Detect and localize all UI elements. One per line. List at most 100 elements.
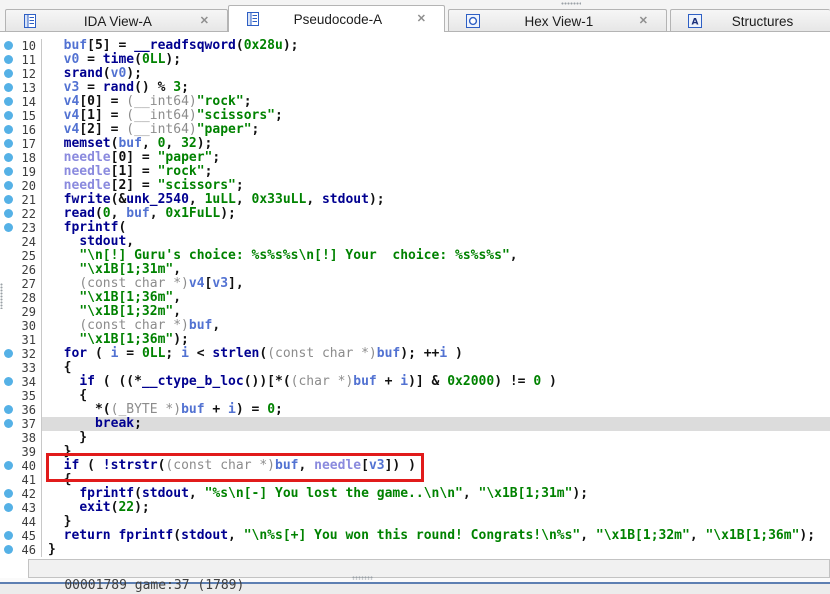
splitter-handle-top[interactable] — [561, 2, 581, 5]
line-number: 46 — [17, 543, 36, 557]
code-line[interactable]: 37 break; — [0, 417, 830, 431]
code-text: } — [41, 445, 830, 459]
splitter-handle-bottom[interactable] — [352, 576, 373, 580]
code-line[interactable]: 45 return fprintf(stdout, "\n%s[+] You w… — [0, 529, 830, 543]
breakpoint-dot[interactable] — [0, 179, 17, 193]
breakpoint-dot[interactable] — [0, 67, 17, 81]
breakpoint-gutter[interactable] — [0, 333, 17, 347]
breakpoint-gutter[interactable] — [0, 319, 17, 333]
breakpoint-dot[interactable] — [0, 529, 17, 543]
line-number: 16 — [17, 123, 36, 137]
close-icon[interactable]: ✕ — [415, 13, 428, 26]
breakpoint-dot[interactable] — [0, 193, 17, 207]
breakpoint-dot[interactable] — [0, 207, 17, 221]
breakpoint-dot[interactable] — [0, 39, 17, 53]
tab-structures[interactable]: A Structures — [670, 9, 830, 32]
code-line[interactable]: 29 "\x1B[1;32m", — [0, 305, 830, 319]
line-number: 38 — [17, 431, 36, 445]
line-number: 23 — [17, 221, 36, 235]
breakpoint-dot[interactable] — [0, 487, 17, 501]
breakpoint-gutter[interactable] — [0, 235, 17, 249]
code-line[interactable]: 14 v4[0] = (__int64)"rock"; — [0, 95, 830, 109]
code-text: "\x1B[1;31m", — [41, 263, 830, 277]
code-line[interactable]: 22 read(0, buf, 0x1FuLL); — [0, 207, 830, 221]
code-text: } — [41, 543, 830, 557]
code-text: memset(buf, 0, 32); — [41, 137, 830, 151]
code-text: stdout, — [41, 235, 830, 249]
code-text: v0 = time(0LL); — [41, 53, 830, 67]
code-line[interactable]: 11 v0 = time(0LL); — [0, 53, 830, 67]
code-line[interactable]: 16 v4[2] = (__int64)"paper"; — [0, 123, 830, 137]
breakpoint-dot[interactable] — [0, 53, 17, 67]
breakpoint-dot[interactable] — [0, 81, 17, 95]
breakpoint-dot[interactable] — [0, 151, 17, 165]
code-line[interactable]: 23 fprintf( — [0, 221, 830, 235]
breakpoint-dot[interactable] — [0, 543, 17, 557]
code-line[interactable]: 44 } — [0, 515, 830, 529]
breakpoint-gutter[interactable] — [0, 361, 17, 375]
code-line[interactable]: 18 needle[0] = "paper"; — [0, 151, 830, 165]
line-number: 26 — [17, 263, 36, 277]
code-line[interactable]: 32 for ( i = 0LL; i < strlen((const char… — [0, 347, 830, 361]
breakpoint-gutter[interactable] — [0, 445, 17, 459]
breakpoint-dot[interactable] — [0, 347, 17, 361]
code-line[interactable]: 24 stdout, — [0, 235, 830, 249]
code-line[interactable]: 25 "\n[!] Guru's choice: %s%s%s\n[!] You… — [0, 249, 830, 263]
code-line[interactable]: 17 memset(buf, 0, 32); — [0, 137, 830, 151]
breakpoint-dot[interactable] — [0, 375, 17, 389]
tab-hex-view-1[interactable]: Hex View-1 ✕ — [448, 9, 667, 32]
code-line[interactable]: 35 { — [0, 389, 830, 403]
breakpoint-gutter[interactable] — [0, 263, 17, 277]
breakpoint-dot[interactable] — [0, 123, 17, 137]
breakpoint-dot[interactable] — [0, 95, 17, 109]
line-number: 28 — [17, 291, 36, 305]
breakpoint-dot[interactable] — [0, 459, 17, 473]
code-line[interactable]: 30 (const char *)buf, — [0, 319, 830, 333]
breakpoint-gutter[interactable] — [0, 431, 17, 445]
code-pane[interactable]: 10 buf[5] = __readfsqword(0x28u);11 v0 =… — [0, 32, 830, 578]
code-text: { — [41, 389, 830, 403]
code-line[interactable]: 33 { — [0, 361, 830, 375]
breakpoint-dot[interactable] — [0, 109, 17, 123]
code-line[interactable]: 39 } — [0, 445, 830, 459]
breakpoint-gutter[interactable] — [0, 515, 17, 529]
code-line[interactable]: 43 exit(22); — [0, 501, 830, 515]
splitter-handle-left[interactable] — [0, 283, 3, 309]
breakpoint-gutter[interactable] — [0, 249, 17, 263]
code-line[interactable]: 15 v4[1] = (__int64)"scissors"; — [0, 109, 830, 123]
code-line[interactable]: 13 v3 = rand() % 3; — [0, 81, 830, 95]
tab-pseudocode-a[interactable]: Pseudocode-A ✕ — [228, 5, 445, 32]
code-line[interactable]: 42 fprintf(stdout, "%s\n[-] You lost the… — [0, 487, 830, 501]
code-line[interactable]: 19 needle[1] = "rock"; — [0, 165, 830, 179]
breakpoint-dot[interactable] — [0, 501, 17, 515]
code-line[interactable]: 34 if ( ((*__ctype_b_loc())[*((char *)bu… — [0, 375, 830, 389]
code-line[interactable]: 20 needle[2] = "scissors"; — [0, 179, 830, 193]
breakpoint-gutter[interactable] — [0, 473, 17, 487]
tab-ida-view-a[interactable]: IDA View-A ✕ — [5, 9, 228, 32]
breakpoint-gutter[interactable] — [0, 389, 17, 403]
code-text: (const char *)v4[v3], — [41, 277, 830, 291]
code-text: "\n[!] Guru's choice: %s%s%s\n[!] Your c… — [41, 249, 830, 263]
breakpoint-dot[interactable] — [0, 165, 17, 179]
code-line[interactable]: 12 srand(v0); — [0, 67, 830, 81]
close-icon[interactable]: ✕ — [198, 15, 211, 28]
code-line[interactable]: 21 fwrite(&unk_2540, 1uLL, 0x33uLL, stdo… — [0, 193, 830, 207]
code-line[interactable]: 10 buf[5] = __readfsqword(0x28u); — [0, 39, 830, 53]
code-line[interactable]: 38 } — [0, 431, 830, 445]
code-text: for ( i = 0LL; i < strlen((const char *)… — [41, 347, 830, 361]
line-number: 18 — [17, 151, 36, 165]
code-line[interactable]: 31 "\x1B[1;36m"); — [0, 333, 830, 347]
breakpoint-dot[interactable] — [0, 137, 17, 151]
breakpoint-dot[interactable] — [0, 221, 17, 235]
code-line[interactable]: 28 "\x1B[1;36m", — [0, 291, 830, 305]
line-number: 32 — [17, 347, 36, 361]
code-line[interactable]: 27 (const char *)v4[v3], — [0, 277, 830, 291]
close-icon[interactable]: ✕ — [637, 15, 650, 28]
breakpoint-dot[interactable] — [0, 403, 17, 417]
code-line[interactable]: 36 *((_BYTE *)buf + i) = 0; — [0, 403, 830, 417]
code-line[interactable]: 46} — [0, 543, 830, 557]
code-line[interactable]: 26 "\x1B[1;31m", — [0, 263, 830, 277]
code-line[interactable]: 40 if ( !strstr((const char *)buf, needl… — [0, 459, 830, 473]
code-line[interactable]: 41 { — [0, 473, 830, 487]
breakpoint-dot[interactable] — [0, 417, 17, 431]
